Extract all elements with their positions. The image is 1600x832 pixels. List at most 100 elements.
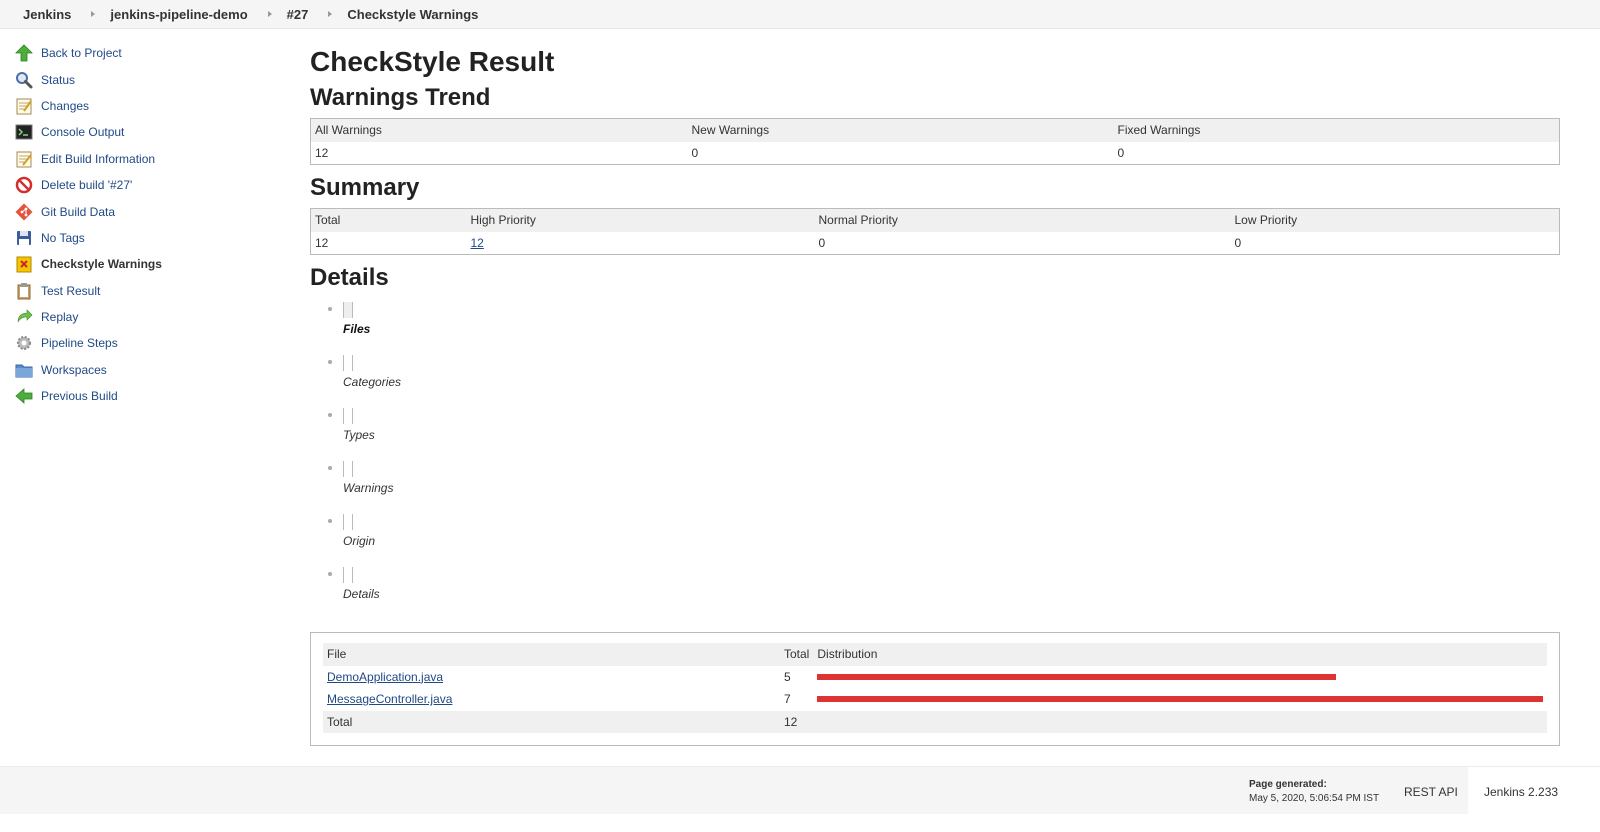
distribution-cell [813, 688, 1547, 711]
sidebar-item-replay[interactable]: Replay [12, 304, 282, 330]
sidebar-item-label: Changes [41, 98, 90, 113]
table-footer-row: Total 12 [323, 710, 1547, 733]
warnings-trend-table: All Warnings New Warnings Fixed Warnings… [310, 118, 1560, 165]
sidebar-item-label: Console Output [41, 125, 125, 140]
breadcrumb-jenkins[interactable]: Jenkins [23, 7, 71, 22]
replay-icon [15, 308, 33, 326]
distribution-cell [813, 666, 1547, 689]
jenkins-version-link[interactable]: Jenkins 2.233 [1484, 785, 1558, 799]
page-title: CheckStyle Result [310, 46, 555, 77]
breadcrumb: Jenkins jenkins-pipeline-demo #27 Checks… [0, 0, 1600, 29]
tab-origin-label[interactable]: Origin [343, 534, 375, 548]
clipboard-icon [15, 282, 33, 300]
breadcrumb-separator-icon[interactable] [328, 11, 333, 17]
table-header-row: Total High Priority Normal Priority Low … [310, 208, 1560, 232]
tab-files[interactable]: Files [328, 296, 1560, 349]
notepad-icon [15, 97, 33, 115]
tab-warnings-label[interactable]: Warnings [343, 481, 393, 495]
sidebar: Back to Project Status Changes Console O… [12, 40, 282, 409]
value-total: 12 [315, 235, 329, 250]
tab-categories[interactable]: Categories [328, 349, 1560, 402]
magnifier-icon [15, 71, 33, 89]
breadcrumb-separator-icon[interactable] [267, 11, 272, 17]
header-distribution: Distribution [813, 643, 1547, 666]
sidebar-item-label: No Tags [41, 230, 85, 245]
left-arrow-icon [15, 387, 33, 405]
sidebar-item-console-output[interactable]: Console Output [12, 119, 282, 145]
page-generated-time: May 5, 2020, 5:06:54 PM IST [1249, 793, 1380, 804]
checkstyle-icon [15, 255, 33, 273]
git-icon [15, 203, 33, 221]
tab-origin[interactable]: Origin [328, 508, 1560, 561]
file-link[interactable]: MessageController.java [327, 692, 452, 706]
folder-icon [15, 361, 33, 379]
tab-warnings-box [343, 461, 353, 477]
tab-files-label[interactable]: Files [343, 322, 370, 336]
sidebar-item-test-result[interactable]: Test Result [12, 278, 282, 304]
tab-details-label[interactable]: Details [343, 587, 380, 601]
header-total: Total [310, 208, 467, 232]
summary-heading: Summary [310, 174, 420, 201]
sidebar-item-no-tags[interactable]: No Tags [12, 225, 282, 251]
breadcrumb-current[interactable]: Checkstyle Warnings [347, 7, 478, 22]
sidebar-item-label: Git Build Data [41, 204, 116, 219]
tab-types-label[interactable]: Types [343, 428, 375, 442]
sidebar-item-status[interactable]: Status [12, 66, 282, 92]
sidebar-item-changes[interactable]: Changes [12, 93, 282, 119]
sidebar-item-label: Test Result [41, 283, 101, 298]
table-row: 12 12 0 0 [311, 232, 1560, 255]
value-high-priority: 12 [467, 232, 815, 255]
sidebar-item-previous-build[interactable]: Previous Build [12, 383, 282, 409]
save-icon [15, 229, 33, 247]
value-low-priority: 0 [1234, 235, 1242, 250]
footer: Page generated: May 5, 2020, 5:06:54 PM … [0, 766, 1600, 815]
sidebar-item-label: Delete build '#27' [41, 178, 133, 193]
tab-warnings[interactable]: Warnings [328, 455, 1560, 508]
tab-origin-box [343, 514, 353, 530]
terminal-icon [15, 123, 33, 141]
details-tabs: Files Categories Types Warnings Origin D… [310, 296, 1560, 614]
header-new-warnings: New Warnings [687, 118, 1114, 142]
sidebar-item-git-build-data[interactable]: Git Build Data [12, 198, 282, 224]
distribution-bar[interactable] [817, 673, 1336, 680]
breadcrumb-separator-icon[interactable] [91, 11, 96, 17]
notepad-edit-icon [15, 150, 33, 168]
no-entry-icon [15, 176, 33, 194]
rest-api-link[interactable]: REST API [1404, 785, 1458, 799]
sidebar-item-edit-build-information[interactable]: Edit Build Information [12, 146, 282, 172]
sidebar-item-label: Checkstyle Warnings [41, 257, 162, 272]
up-arrow-icon [15, 44, 33, 62]
sidebar-item-label: Back to Project [41, 46, 122, 61]
tab-categories-label[interactable]: Categories [343, 375, 401, 389]
page-generated-label: Page generated: [1249, 779, 1327, 790]
sidebar-item-delete-build[interactable]: Delete build '#27' [12, 172, 282, 198]
sidebar-item-label: Workspaces [41, 362, 107, 377]
main-panel: CheckStyle Result Warnings Trend All War… [310, 44, 1560, 746]
tab-details-box [343, 567, 353, 583]
tab-details[interactable]: Details [328, 561, 1560, 614]
tab-types-box [343, 408, 353, 424]
footer-total: 12 [780, 710, 814, 733]
header-low-priority: Low Priority [1230, 208, 1560, 232]
breadcrumb-build[interactable]: #27 [287, 7, 309, 22]
table-row: 12 0 0 [311, 142, 1560, 165]
sidebar-item-pipeline-steps[interactable]: Pipeline Steps [12, 330, 282, 356]
header-total: Total [780, 643, 814, 666]
page-generated: Page generated: May 5, 2020, 5:06:54 PM … [1249, 779, 1379, 804]
table-header-row: File Total Distribution [323, 643, 1547, 666]
distribution-bar[interactable] [817, 696, 1543, 703]
sidebar-item-workspaces[interactable]: Workspaces [12, 357, 282, 383]
gear-icon [15, 334, 33, 352]
tab-types[interactable]: Types [328, 402, 1560, 455]
sidebar-item-label: Replay [41, 310, 79, 325]
file-total: 5 [784, 669, 791, 684]
summary-table: Total High Priority Normal Priority Low … [310, 208, 1560, 255]
tab-files-box [343, 302, 353, 318]
sidebar-item-back-to-project[interactable]: Back to Project [12, 40, 282, 66]
high-priority-link[interactable]: 12 [471, 236, 484, 250]
file-link[interactable]: DemoApplication.java [327, 670, 443, 684]
breadcrumb-project[interactable]: jenkins-pipeline-demo [110, 7, 247, 22]
value-new-warnings: 0 [691, 145, 699, 160]
header-fixed-warnings: Fixed Warnings [1113, 118, 1560, 142]
sidebar-item-checkstyle-warnings[interactable]: Checkstyle Warnings [12, 251, 282, 277]
